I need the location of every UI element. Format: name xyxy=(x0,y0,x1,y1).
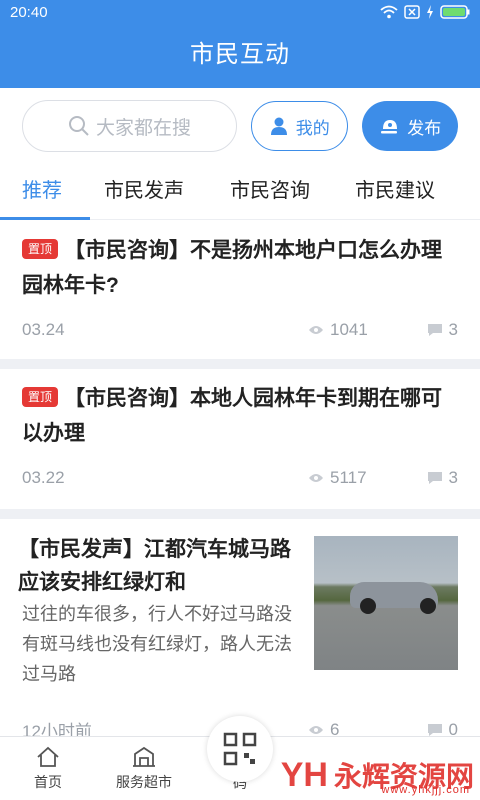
pinned-badge: 置顶 xyxy=(22,239,59,259)
user-icon xyxy=(270,117,287,135)
nav-service-market[interactable]: 服务超市 xyxy=(96,737,192,800)
search-icon xyxy=(68,116,89,136)
watermark-logo: YH xyxy=(280,756,328,794)
category-tabs: 推荐 市民发声 市民咨询 市民建议 xyxy=(0,166,480,220)
search-placeholder: 大家都在搜 xyxy=(95,117,191,139)
divider xyxy=(0,509,480,519)
post-comments: 3 xyxy=(418,468,458,488)
my-button[interactable]: 我的 xyxy=(250,101,349,151)
post-thumbnail xyxy=(314,536,458,670)
post-meta: 03.22 5117 3 xyxy=(22,468,458,488)
post-button-label: 发布 xyxy=(407,118,442,138)
nav-service-label: 服务超市 xyxy=(116,773,172,790)
post-card[interactable]: 置顶 【市民咨询】本地人园林年卡到期在哪可以办理 03.22 5117 3 xyxy=(0,369,480,509)
eye-icon xyxy=(309,326,323,334)
watermark-url: www.yhkjjj.com xyxy=(381,784,470,796)
tab-citizen-suggestion[interactable]: 市民建议 xyxy=(355,166,435,216)
comment-icon xyxy=(427,723,442,736)
post-views: 1041 xyxy=(308,320,418,340)
post-icon xyxy=(381,120,398,134)
comment-icon xyxy=(427,472,442,484)
post-excerpt: 过往的车很多，行人不好过马路没有斑马线也没有红绿灯，路人无法过马路 xyxy=(22,604,292,684)
active-tab-indicator xyxy=(0,217,90,220)
scan-qr-button[interactable] xyxy=(207,716,273,782)
post-comment-count: 3 xyxy=(448,320,458,339)
post-title: 【市民咨询】本地人园林年卡到期在哪可以办理 xyxy=(22,387,443,445)
charging-icon xyxy=(427,5,433,19)
tab-recommended[interactable]: 推荐 xyxy=(22,166,62,216)
post-date: 03.22 xyxy=(22,468,65,487)
pinned-badge: 置顶 xyxy=(22,387,59,407)
car-wheel xyxy=(360,598,376,614)
status-bar: 20:40 xyxy=(0,0,480,24)
wifi-icon xyxy=(380,5,398,19)
comment-icon xyxy=(427,324,442,336)
post-title-wrap: 置顶 【市民咨询】不是扬州本地户口怎么办理园林年卡? xyxy=(22,233,450,303)
post-view-count: 5117 xyxy=(330,468,367,487)
post-comment-count: 3 xyxy=(448,468,458,487)
qr-code-icon xyxy=(223,732,257,766)
post-views: 5117 xyxy=(308,468,418,488)
post-comments: 3 xyxy=(418,320,458,340)
nav-home[interactable]: 首页 xyxy=(0,737,96,800)
post-title: 【市民发声】江都汽车城马路应该安排红绿灯和 xyxy=(18,538,291,594)
status-icons xyxy=(380,5,470,19)
status-time: 20:40 xyxy=(10,3,48,21)
tab-citizen-voice[interactable]: 市民发声 xyxy=(104,166,184,216)
home-icon xyxy=(37,746,59,767)
car-wheel xyxy=(420,598,436,614)
divider xyxy=(0,359,480,369)
tab-citizen-inquiry[interactable]: 市民咨询 xyxy=(230,166,310,216)
app-header: 20:40 市民互动 xyxy=(0,0,480,88)
battery-icon xyxy=(440,5,470,19)
post-view-count: 1041 xyxy=(330,320,368,339)
post-card[interactable]: 置顶 【市民咨询】不是扬州本地户口怎么办理园林年卡? 03.24 1041 3 xyxy=(0,221,480,359)
search-row: 大家都在搜 我的 发布 xyxy=(22,100,459,152)
eye-icon xyxy=(309,474,323,482)
post-date: 03.24 xyxy=(22,320,65,339)
post-title: 【市民咨询】不是扬州本地户口怎么办理园林年卡? xyxy=(22,239,443,297)
page-title: 市民互动 xyxy=(190,41,290,68)
eye-icon xyxy=(309,725,323,734)
my-button-label: 我的 xyxy=(295,118,330,138)
nav-home-label: 首页 xyxy=(34,773,62,790)
search-input[interactable]: 大家都在搜 xyxy=(22,100,237,152)
post-button[interactable]: 发布 xyxy=(362,101,459,151)
sim-icon xyxy=(404,5,420,19)
post-title-wrap: 置顶 【市民咨询】本地人园林年卡到期在哪可以办理 xyxy=(22,381,450,451)
post-card[interactable]: 【市民发声】江都汽车城马路应该安排红绿灯和 过往的车很多，行人不好过马路没有斑马… xyxy=(0,519,480,741)
building-icon xyxy=(133,746,155,767)
post-meta: 03.24 1041 3 xyxy=(22,320,458,340)
